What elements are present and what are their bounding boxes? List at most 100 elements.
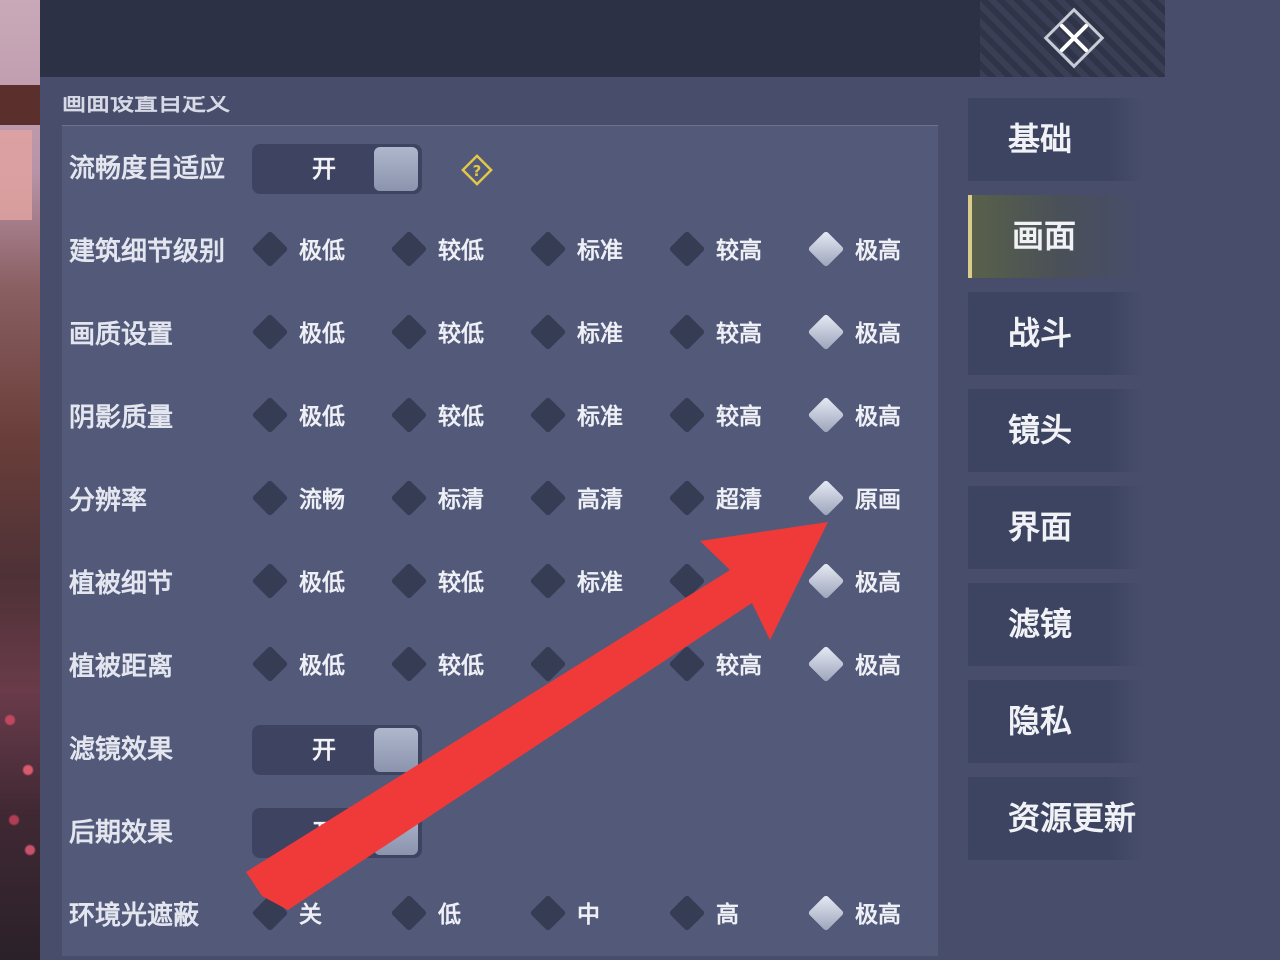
option-radio[interactable]: 极高 xyxy=(807,891,938,941)
toggle-knob[interactable] xyxy=(374,728,418,772)
nav-tab[interactable]: 滤镜 xyxy=(968,583,1143,666)
setting-row: 阴影质量 极低 较低 标准 较高 极高 xyxy=(62,393,938,443)
toggle-switch[interactable]: 开 xyxy=(252,144,422,194)
nav-tab-label: 基础 xyxy=(1008,120,1073,158)
setting-row: 环境光遮蔽 关 低 中 高 极高 xyxy=(62,891,938,941)
radio-diamond-icon xyxy=(668,645,706,683)
option-label: 极高 xyxy=(855,570,901,596)
nav-tab[interactable]: 战斗 xyxy=(968,292,1143,375)
radio-diamond-icon xyxy=(807,479,845,517)
setting-label: 后期效果 xyxy=(69,818,174,848)
option-label: 极高 xyxy=(855,404,901,430)
option-radio[interactable]: 超清 xyxy=(668,476,799,526)
scene-flowers xyxy=(0,680,40,880)
scene-wall xyxy=(0,130,32,220)
nav-tab-label: 界面 xyxy=(1008,508,1073,546)
radio-diamond-icon xyxy=(807,230,845,268)
radio-diamond-icon xyxy=(529,396,567,434)
option-label: 中 xyxy=(577,902,600,928)
toggle-knob[interactable] xyxy=(374,147,418,191)
nav-tab[interactable]: 界面 xyxy=(968,486,1143,569)
close-button[interactable] xyxy=(1043,7,1105,69)
toggle-switch[interactable]: 开 xyxy=(252,725,422,775)
option-label: 极高 xyxy=(855,902,901,928)
option-radio[interactable]: 较低 xyxy=(390,310,521,360)
radio-diamond-icon xyxy=(807,645,845,683)
option-label: 原画 xyxy=(855,487,901,513)
option-radio[interactable]: 较高 xyxy=(668,393,799,443)
toggle-switch[interactable]: 开 xyxy=(252,808,422,858)
setting-label: 流畅度自适应 xyxy=(69,154,226,184)
option-radio[interactable]: 极高 xyxy=(807,393,938,443)
option-label: 标准 xyxy=(577,321,623,347)
nav-tab[interactable]: 基础 xyxy=(968,98,1143,181)
option-label: 较低 xyxy=(438,570,484,596)
setting-label: 分辨率 xyxy=(69,486,148,516)
radio-diamond-icon xyxy=(529,645,567,683)
option-radio[interactable]: 标准 xyxy=(529,559,660,609)
option-radio[interactable]: 极高 xyxy=(807,642,938,692)
option-radio[interactable]: 极高 xyxy=(807,310,938,360)
radio-diamond-icon xyxy=(807,562,845,600)
settings-list: 流畅度自适应开? 建筑细节级别 极低 较低 标准 较高 极高 画质设置 极低 较低 标准 较高 极高 阴影… xyxy=(62,125,938,956)
option-label: 较高 xyxy=(716,238,762,264)
option-radio[interactable]: 标准 xyxy=(529,227,660,277)
option-radio[interactable]: 较低 xyxy=(390,559,521,609)
option-radio[interactable]: 高 xyxy=(668,891,799,941)
option-label: 标准 xyxy=(577,570,623,596)
option-radio[interactable]: 极低 xyxy=(251,642,382,692)
option-radio[interactable] xyxy=(529,642,660,692)
option-radio[interactable]: 较低 xyxy=(390,642,521,692)
radio-diamond-icon xyxy=(251,396,289,434)
option-radio[interactable]: 低 xyxy=(390,891,521,941)
option-radio[interactable]: 较高 xyxy=(668,310,799,360)
option-radio[interactable]: 关 xyxy=(251,891,382,941)
option-radio[interactable]: 标准 xyxy=(529,310,660,360)
radio-diamond-icon xyxy=(390,894,428,932)
nav-tab[interactable]: 画面 xyxy=(968,195,1147,278)
radio-diamond-icon xyxy=(529,479,567,517)
option-radio[interactable]: 较低 xyxy=(390,393,521,443)
option-radio[interactable]: 较高 xyxy=(668,642,799,692)
option-radio[interactable]: 较低 xyxy=(390,227,521,277)
setting-label: 阴影质量 xyxy=(69,403,174,433)
option-radio[interactable]: 较高 xyxy=(668,227,799,277)
nav-tab-label: 画面 xyxy=(1012,217,1077,255)
option-radio[interactable]: 流畅 xyxy=(251,476,382,526)
toggle-knob[interactable] xyxy=(374,811,418,855)
close-x-icon xyxy=(1043,7,1105,69)
nav-tab[interactable]: 镜头 xyxy=(968,389,1143,472)
option-radio[interactable]: 极低 xyxy=(251,310,382,360)
option-radio[interactable]: 原画 xyxy=(807,476,938,526)
option-radio[interactable]: 极低 xyxy=(251,393,382,443)
toggle-label: 开 xyxy=(312,736,336,764)
nav-tab-label: 镜头 xyxy=(1008,411,1073,449)
nav-tab[interactable]: 隐私 xyxy=(968,680,1143,763)
setting-row: 分辨率 流畅 标清 高清 超清 原画 xyxy=(62,476,938,526)
option-label: 极高 xyxy=(855,321,901,347)
radio-diamond-icon xyxy=(668,230,706,268)
option-label: 较低 xyxy=(438,321,484,347)
radio-diamond-icon xyxy=(668,479,706,517)
nav-tab[interactable]: 资源更新 xyxy=(968,777,1143,860)
option-radio[interactable]: 高清 xyxy=(529,476,660,526)
option-radio[interactable]: 极高 xyxy=(807,227,938,277)
option-radio[interactable]: 极低 xyxy=(251,227,382,277)
option-label: 较低 xyxy=(438,404,484,430)
question-diamond-icon[interactable]: ? xyxy=(460,153,494,187)
radio-diamond-icon xyxy=(390,313,428,351)
option-radio[interactable]: 中 xyxy=(529,891,660,941)
option-radio[interactable]: 极高 xyxy=(807,559,938,609)
toggle-label: 开 xyxy=(312,819,336,847)
setting-label: 植被距离 xyxy=(69,652,174,682)
nav-tab-label: 隐私 xyxy=(1008,702,1073,740)
option-label: 极低 xyxy=(299,653,345,679)
option-radio[interactable] xyxy=(668,559,799,609)
option-radio[interactable]: 极低 xyxy=(251,559,382,609)
setting-label: 植被细节 xyxy=(69,569,174,599)
setting-row: 植被细节 极低 较低 标准 极高 xyxy=(62,559,938,609)
option-radio[interactable]: 标准 xyxy=(529,393,660,443)
option-radio[interactable]: 标清 xyxy=(390,476,521,526)
setting-row: 画质设置 极低 较低 标准 较高 极高 xyxy=(62,310,938,360)
option-label: 较高 xyxy=(716,653,762,679)
